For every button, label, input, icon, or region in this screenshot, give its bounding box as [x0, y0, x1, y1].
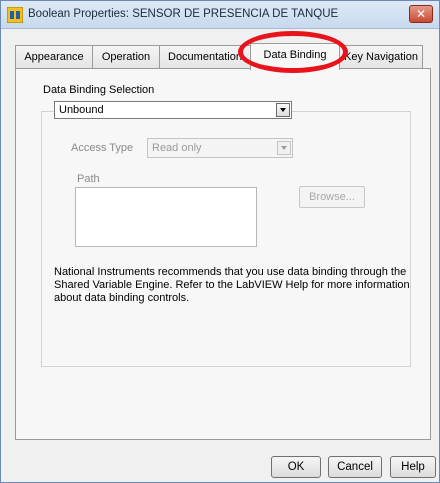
- cancel-button[interactable]: Cancel: [328, 456, 382, 478]
- data-binding-selection-value: Unbound: [59, 104, 104, 116]
- dropdown-arrow-button[interactable]: [276, 103, 290, 117]
- access-type-arrow-button[interactable]: [277, 141, 291, 155]
- tab-documentation[interactable]: Documentation: [159, 45, 251, 69]
- chevron-down-icon: [280, 108, 286, 112]
- labview-app-icon: [6, 6, 24, 24]
- data-binding-info-text: National Instruments recommends that you…: [54, 266, 414, 305]
- tab-appearance[interactable]: Appearance: [15, 45, 93, 69]
- annotation-highlight-ring: [238, 31, 348, 73]
- path-field[interactable]: [75, 187, 257, 247]
- access-type-label: Access Type: [71, 142, 134, 154]
- data-binding-selection-label: Data Binding Selection: [43, 84, 155, 96]
- browse-button[interactable]: Browse...: [299, 186, 365, 208]
- data-binding-selection-dropdown[interactable]: Unbound: [54, 101, 292, 119]
- help-button[interactable]: Help: [390, 456, 436, 478]
- access-type-value: Read only: [152, 142, 202, 154]
- info-line: Shared Variable Engine. Refer to the Lab…: [54, 279, 410, 291]
- chevron-down-icon: [281, 146, 287, 150]
- tab-operation[interactable]: Operation: [92, 45, 160, 69]
- ok-button[interactable]: OK: [271, 456, 321, 478]
- info-line: National Instruments recommends that you…: [54, 266, 407, 278]
- properties-dialog: Boolean Properties: SENSOR DE PRESENCIA …: [0, 0, 440, 483]
- window-title: Boolean Properties: SENSOR DE PRESENCIA …: [28, 8, 339, 20]
- path-label: Path: [77, 173, 100, 185]
- info-line: about data binding controls.: [54, 292, 190, 304]
- title-bar[interactable]: Boolean Properties: SENSOR DE PRESENCIA …: [1, 1, 439, 29]
- tab-strip: Appearance Operation Documentation Data …: [15, 43, 425, 70]
- tab-key-navigation[interactable]: Key Navigation: [339, 45, 423, 69]
- close-button[interactable]: ✕: [409, 5, 433, 23]
- access-type-dropdown[interactable]: Read only: [147, 138, 293, 158]
